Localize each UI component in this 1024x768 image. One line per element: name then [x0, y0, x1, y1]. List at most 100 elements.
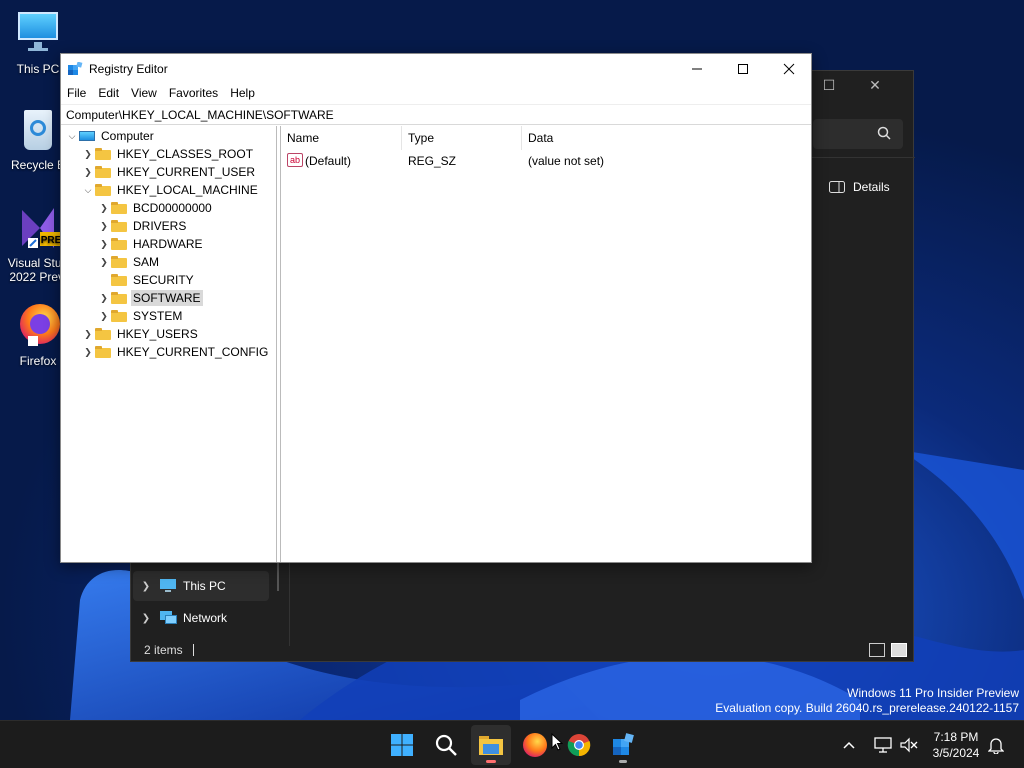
menu-bar: File Edit View Favorites Help: [61, 84, 261, 104]
minimize-button[interactable]: [674, 54, 720, 84]
details-view-icon[interactable]: [869, 643, 885, 657]
chevron-up-icon: [843, 741, 855, 749]
taskbar-file-explorer[interactable]: [471, 725, 511, 765]
column-header-name[interactable]: Name: [281, 126, 402, 150]
tree-node-label: HKEY_CURRENT_USER: [117, 165, 256, 179]
chevron-right-icon[interactable]: ❯: [97, 199, 111, 217]
tree-node-hkey-users[interactable]: ❯ HKEY_USERS: [81, 325, 200, 343]
folder-icon: [95, 148, 111, 160]
chevron-right-icon[interactable]: ❯: [97, 289, 111, 307]
nav-pane-divider: [289, 561, 290, 646]
explorer-titlebar: ☐ ✕: [813, 71, 913, 103]
address-bar[interactable]: Computer\HKEY_LOCAL_MACHINE\SOFTWARE: [61, 104, 811, 125]
folder-open-icon: [95, 184, 111, 196]
chevron-right-icon[interactable]: ❯: [81, 325, 95, 343]
monitor-icon: [14, 10, 62, 58]
view-switcher: [869, 643, 907, 657]
tree-node-label: HARDWARE: [133, 237, 203, 251]
tree-node-computer[interactable]: ⌵ Computer: [65, 127, 156, 145]
mouse-cursor-icon: [551, 733, 563, 751]
tree-node-sam[interactable]: ❯ SAM: [97, 253, 161, 271]
clock-time: 7:18 PM: [933, 730, 979, 744]
taskbar-chrome[interactable]: [559, 725, 599, 765]
regedit-titlebar[interactable]: Registry Editor: [61, 54, 811, 84]
details-label: Details: [853, 180, 890, 194]
show-hidden-icons-button[interactable]: [842, 721, 856, 768]
close-button[interactable]: ✕: [863, 77, 887, 97]
values-list: Name Type Data ab (Default) REG_SZ (valu…: [281, 126, 811, 562]
registry-editor-window[interactable]: Registry Editor File Edit View Favorites…: [60, 53, 812, 563]
string-value-icon: ab: [287, 153, 303, 167]
tree-node-hardware[interactable]: ❯ HARDWARE: [97, 235, 205, 253]
menu-file[interactable]: File: [61, 84, 92, 104]
taskbar-firefox[interactable]: [515, 725, 555, 765]
folder-icon: [111, 292, 127, 304]
chevron-right-icon[interactable]: ❯: [81, 163, 95, 181]
tree-node-label: DRIVERS: [133, 219, 187, 233]
explorer-search-box[interactable]: [813, 119, 903, 149]
menu-edit[interactable]: Edit: [92, 84, 125, 104]
value-row[interactable]: ab (Default) REG_SZ (value not set): [281, 152, 811, 170]
tree-node-software[interactable]: ❯ SOFTWARE: [97, 289, 203, 307]
maximize-button[interactable]: [720, 54, 766, 84]
status-separator: [192, 644, 194, 656]
start-button[interactable]: [382, 725, 422, 765]
explorer-status-bar: 2 items: [144, 643, 194, 657]
chevron-right-icon[interactable]: ❯: [81, 343, 95, 361]
column-header-data[interactable]: Data: [522, 126, 692, 150]
tree-node-hkey-current-config[interactable]: ❯ HKEY_CURRENT_CONFIG: [81, 343, 270, 361]
value-type: REG_SZ: [408, 154, 457, 168]
chevron-right-icon[interactable]: ❯: [97, 217, 111, 235]
item-count: 2 items: [144, 643, 183, 657]
tree-node-hkey-local-machine[interactable]: ⌵ HKEY_LOCAL_MACHINE: [81, 181, 260, 199]
tree-node-drivers[interactable]: ❯ DRIVERS: [97, 217, 188, 235]
nav-item-network[interactable]: ❯ Network: [133, 603, 269, 633]
tree-node-label: HKEY_LOCAL_MACHINE: [117, 183, 258, 197]
chevron-right-icon[interactable]: ❯: [97, 235, 111, 253]
tree-node-system[interactable]: ❯ SYSTEM: [97, 307, 184, 325]
tree-node-hkey-classes-root[interactable]: ❯ HKEY_CLASSES_ROOT: [81, 145, 255, 163]
taskbar-clock[interactable]: 7:18 PM 3/5/2024: [924, 729, 988, 761]
chevron-right-icon[interactable]: ❯: [97, 307, 111, 325]
nav-item-label: Network: [183, 611, 228, 625]
file-explorer-icon: [479, 736, 503, 755]
large-icons-view-icon[interactable]: [891, 643, 907, 657]
computer-icon: [79, 130, 95, 142]
nav-item-this-pc[interactable]: ❯ This PC: [133, 571, 269, 601]
chevron-right-icon: ❯: [141, 580, 151, 592]
close-button[interactable]: [766, 54, 812, 84]
visual-studio-icon: PRE: [14, 204, 62, 252]
chevron-right-icon[interactable]: ❯: [81, 145, 95, 163]
chevron-right-icon[interactable]: ❯: [97, 253, 111, 271]
clock-date: 3/5/2024: [932, 746, 980, 760]
notifications-button[interactable]: [988, 721, 1004, 768]
details-pane-button[interactable]: Details: [829, 175, 890, 199]
folder-icon: [95, 328, 111, 340]
menu-help[interactable]: Help: [224, 84, 261, 104]
tree-node-bcd00000000[interactable]: ❯ BCD00000000: [97, 199, 214, 217]
menu-view[interactable]: View: [125, 84, 163, 104]
menu-favorites[interactable]: Favorites: [163, 84, 224, 104]
tree-node-hkey-current-user[interactable]: ❯ HKEY_CURRENT_USER: [81, 163, 257, 181]
maximize-button[interactable]: ☐: [817, 77, 841, 97]
network-status-button[interactable]: [874, 721, 892, 768]
folder-icon: [111, 238, 127, 250]
folder-icon: [95, 166, 111, 178]
tree-node-label: HKEY_CLASSES_ROOT: [117, 147, 254, 161]
chevron-down-icon[interactable]: ⌵: [65, 127, 79, 145]
tree-node-label: SYSTEM: [133, 309, 183, 323]
nav-scrollbar[interactable]: [277, 561, 279, 591]
tree-node-security[interactable]: SECURITY: [97, 271, 196, 289]
tree-node-label: Computer: [101, 129, 154, 143]
windows-logo-icon: [391, 734, 413, 756]
close-icon: [783, 63, 795, 75]
registry-editor-icon: [613, 733, 634, 755]
search-button[interactable]: [426, 725, 466, 765]
firefox-icon: [523, 733, 547, 757]
taskbar-registry-editor[interactable]: [603, 725, 643, 765]
volume-button[interactable]: [900, 721, 918, 768]
chevron-down-icon[interactable]: ⌵: [81, 181, 95, 199]
chrome-icon: [567, 734, 591, 757]
taskbar: 7:18 PM 3/5/2024: [0, 720, 1024, 768]
column-header-type[interactable]: Type: [402, 126, 522, 150]
